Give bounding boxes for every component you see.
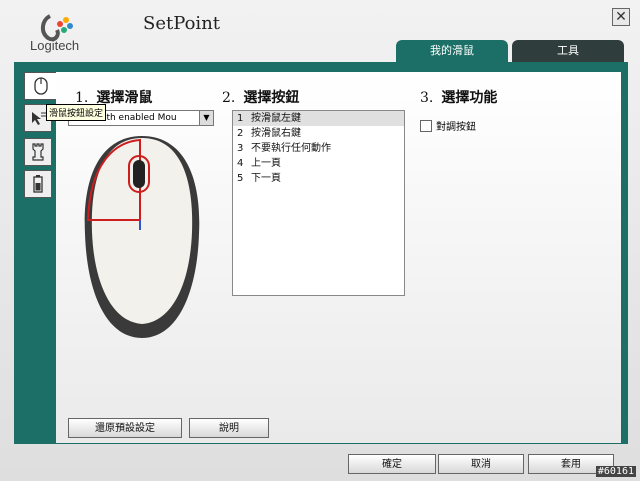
list-item-number: 5: [237, 173, 244, 184]
battery-icon: [33, 175, 43, 193]
swap-buttons-row[interactable]: 對調按鈕: [420, 118, 476, 133]
app-title: SetPoint: [143, 13, 221, 34]
watermark: #60161: [595, 466, 636, 477]
list-item-number: 1: [237, 113, 244, 124]
sidebar-item-game[interactable]: [24, 138, 52, 166]
tab-tools[interactable]: 工具: [512, 40, 624, 62]
list-item[interactable]: 1 按滑鼠左鍵: [233, 111, 404, 126]
list-item[interactable]: 5 下一頁: [233, 171, 404, 186]
pointer-speed-icon: [32, 112, 46, 125]
tab-my-mouse[interactable]: 我的滑鼠: [396, 40, 508, 62]
game-rook-icon: [32, 143, 44, 161]
list-item-number: 4: [237, 158, 244, 169]
list-item[interactable]: 4 上一頁: [233, 156, 404, 171]
button-listbox[interactable]: 1 按滑鼠左鍵 2 按滑鼠右鍵 3 不要執行任何動作 4 上一頁 5 下一頁: [232, 110, 405, 296]
section-3-title: 選擇功能: [441, 90, 498, 106]
tooltip: 滑鼠按鈕設定: [46, 104, 107, 121]
sidebar-item-battery[interactable]: [24, 170, 52, 198]
swap-buttons-label: 對調按鈕: [436, 122, 476, 133]
list-item[interactable]: 3 不要執行任何動作: [233, 141, 404, 156]
section-3-heading: 3. 選擇功能: [420, 87, 497, 107]
list-item-label: 按滑鼠左鍵: [251, 113, 301, 124]
section-2-heading: 2. 選擇按鈕: [222, 87, 299, 107]
list-item-label: 按滑鼠右鍵: [251, 128, 301, 139]
list-item-label: 下一頁: [251, 173, 281, 184]
ok-button[interactable]: 確定: [348, 454, 436, 474]
chevron-down-icon[interactable]: ▼: [199, 111, 213, 125]
sidebar-item-buttons[interactable]: [24, 72, 56, 100]
section-3-number: 3.: [420, 90, 434, 106]
restore-defaults-button[interactable]: 還原預設設定: [68, 418, 182, 438]
swap-buttons-checkbox[interactable]: [420, 119, 432, 132]
list-item-label: 上一頁: [251, 158, 281, 169]
section-2-title: 選擇按鈕: [243, 90, 300, 106]
list-item[interactable]: 2 按滑鼠右鍵: [233, 126, 404, 141]
brand-name: Logitech: [30, 38, 80, 53]
help-button[interactable]: 說明: [189, 418, 269, 438]
list-item-number: 3: [237, 143, 244, 154]
list-item-number: 2: [237, 128, 244, 139]
mouse-image: [82, 134, 202, 344]
setpoint-window: Logitech SetPoint ✕ 我的滑鼠 工具 1. 選擇滑鼠 Blue…: [0, 0, 640, 481]
list-item-label: 不要執行任何動作: [251, 143, 331, 154]
cancel-button[interactable]: 取消: [438, 454, 524, 474]
section-2-number: 2.: [222, 90, 236, 106]
close-button[interactable]: ✕: [612, 8, 630, 26]
mouse-icon: [33, 77, 48, 95]
